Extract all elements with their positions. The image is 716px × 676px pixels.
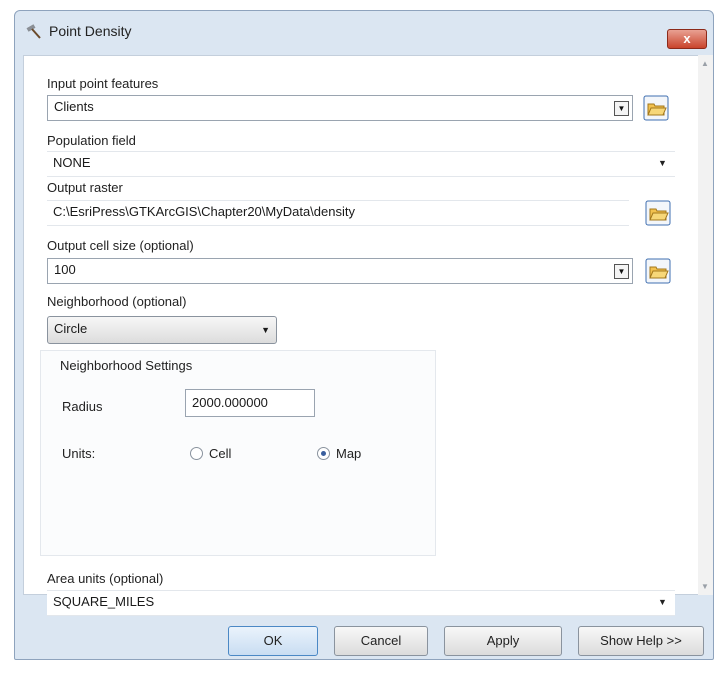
hammer-icon (26, 24, 41, 39)
folder-open-icon[interactable] (645, 258, 671, 284)
neighborhood-settings-title: Neighborhood Settings (60, 358, 193, 373)
chevron-down-icon[interactable]: ▼ (658, 158, 667, 168)
scroll-up-icon[interactable]: ▲ (701, 59, 709, 68)
ok-button[interactable]: OK (228, 626, 318, 656)
units-map-radio[interactable] (317, 447, 330, 460)
output-raster-input[interactable]: C:\EsriPress\GTKArcGIS\Chapter20\MyData\… (47, 200, 629, 226)
units-cell-label: Cell (209, 446, 232, 461)
input-point-features-combo[interactable]: Clients (47, 95, 633, 121)
folder-open-icon[interactable] (645, 200, 671, 226)
title-bar[interactable]: Point Density x (15, 11, 713, 51)
window-title: Point Density (49, 23, 132, 39)
input-point-features-label: Input point features (47, 76, 159, 91)
units-label: Units: (62, 446, 96, 461)
output-cell-size-combo[interactable]: 100 (47, 258, 633, 284)
neighborhood-dropdown[interactable]: Circle ▼ (47, 316, 277, 344)
scroll-down-icon[interactable]: ▼ (701, 582, 709, 591)
neighborhood-label: Neighborhood (optional) (47, 294, 187, 309)
chevron-down-icon: ▼ (261, 325, 270, 335)
radius-input[interactable]: 2000.000000 (185, 389, 315, 417)
vertical-scrollbar[interactable]: ▲ ▼ (698, 55, 713, 595)
close-button[interactable]: x (667, 29, 707, 49)
show-help-button[interactable]: Show Help >> (578, 626, 704, 656)
chevron-down-icon[interactable]: ▼ (658, 597, 667, 607)
units-cell-radio[interactable] (190, 447, 203, 460)
neighborhood-settings-group (40, 350, 436, 556)
output-raster-label: Output raster (47, 180, 123, 195)
population-field-label: Population field (47, 133, 136, 148)
radius-label: Radius (62, 399, 103, 414)
folder-open-icon[interactable] (643, 95, 669, 121)
neighborhood-value: Circle (54, 321, 88, 336)
population-field-combo[interactable]: NONE (47, 151, 675, 177)
chevron-down-icon[interactable]: ▼ (614, 101, 629, 116)
cancel-button[interactable]: Cancel (334, 626, 428, 656)
area-units-label: Area units (optional) (47, 571, 164, 586)
area-units-combo[interactable]: SQUARE_MILES (47, 590, 675, 616)
output-cell-size-label: Output cell size (optional) (47, 238, 194, 253)
chevron-down-icon[interactable]: ▼ (614, 264, 629, 279)
apply-button[interactable]: Apply (444, 626, 562, 656)
units-map-label: Map (336, 446, 362, 461)
